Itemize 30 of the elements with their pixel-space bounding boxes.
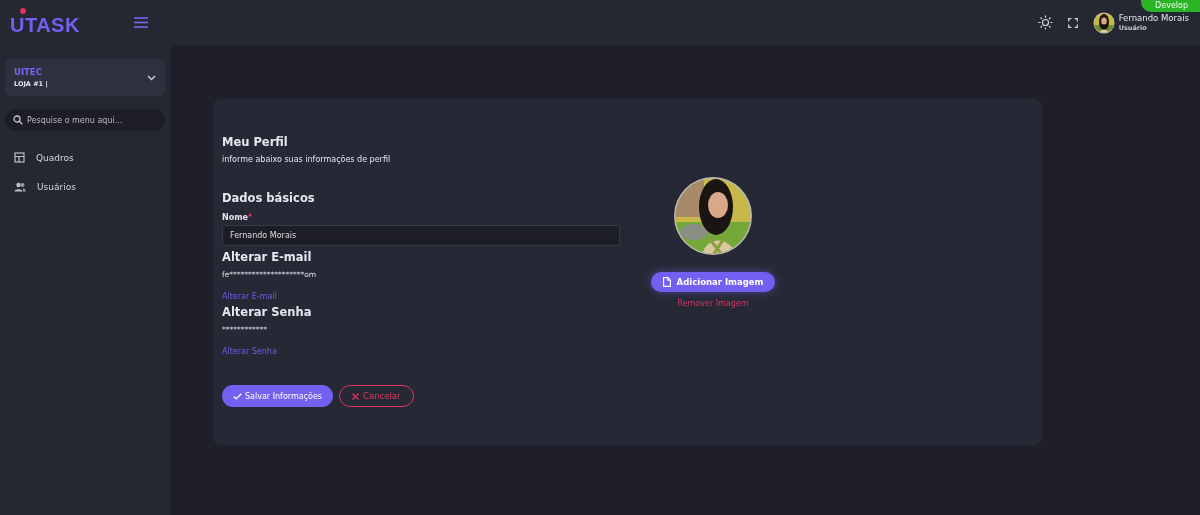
name-input-field[interactable]: Fernando Morais xyxy=(222,225,620,246)
company-name: UITEC xyxy=(14,67,43,77)
sidebar-item[interactable]: Quadros xyxy=(5,143,165,172)
required-mark: * xyxy=(247,213,253,222)
add-image-button[interactable]: Adicionar Imagem xyxy=(650,272,776,292)
sun-icon[interactable] xyxy=(1037,15,1053,30)
check-icon xyxy=(233,392,242,400)
chevron-down-icon xyxy=(147,74,156,81)
menu-search-field[interactable]: Pesquise o menu aqui... xyxy=(5,109,165,131)
sidebar-item[interactable]: Usuários xyxy=(5,172,165,201)
menu-icon[interactable] xyxy=(134,17,148,28)
user-name: Fernando Morais xyxy=(1118,13,1189,23)
change-password-link[interactable]: Alterar Senha xyxy=(222,347,277,356)
page-subtitle: informe abaixo suas informações de perfil xyxy=(222,155,391,164)
file-icon xyxy=(662,277,671,287)
section-title: Alterar E-mail xyxy=(222,250,312,264)
field-label: Nome xyxy=(222,213,248,222)
logo-dot-icon xyxy=(20,7,26,14)
environment-badge: Develop xyxy=(1141,0,1200,12)
section-title: Dados básicos xyxy=(222,191,315,205)
users-icon xyxy=(14,181,26,192)
page-title: Meu Perfil xyxy=(222,135,288,149)
board-icon xyxy=(14,152,25,163)
change-email-link[interactable]: Alterar E-mail xyxy=(222,292,277,301)
logo: UTASK xyxy=(10,14,80,35)
fullscreen-icon[interactable] xyxy=(1067,17,1078,28)
save-button[interactable]: Salvar Informações xyxy=(222,385,334,407)
close-icon xyxy=(352,392,360,400)
section-title: Alterar Senha xyxy=(222,305,312,319)
remove-image-link[interactable]: Remover Imagem xyxy=(677,299,749,308)
